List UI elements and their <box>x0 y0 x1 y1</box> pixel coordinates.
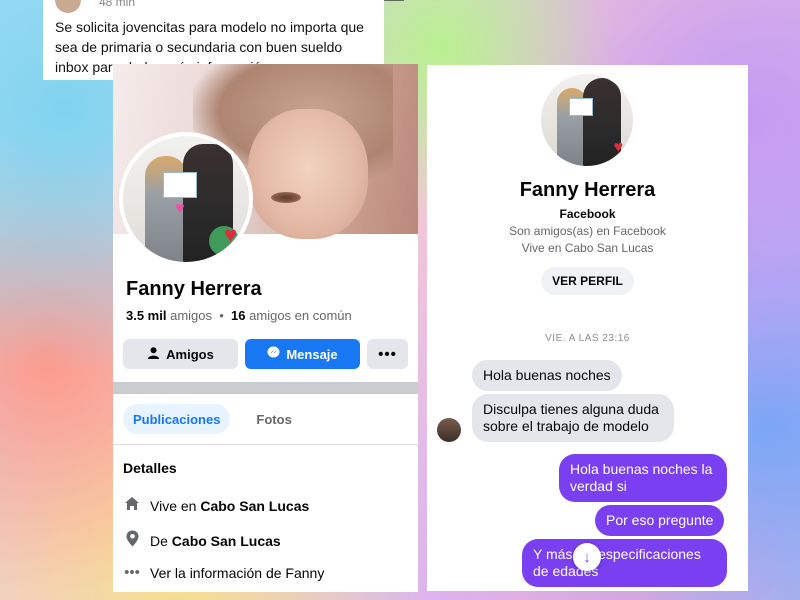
mutual-label: amigos en común <box>249 308 352 323</box>
profile-tabs: Publicaciones Fotos <box>123 404 302 434</box>
profile-actions: Amigos Mensaje ••• <box>123 339 408 369</box>
warning-icon <box>383 0 405 1</box>
more-dots-icon: ••• <box>124 564 140 581</box>
location-pin-icon <box>123 530 141 551</box>
friends-label: amigos <box>170 308 213 323</box>
friends-note: Son amigos(as) en Facebook <box>509 224 666 238</box>
friends-button[interactable]: Amigos <box>123 339 238 369</box>
detail-value[interactable]: Cabo San Lucas <box>200 498 309 514</box>
outgoing-message[interactable]: Y más las especificaciones de edades <box>522 539 727 587</box>
contact-avatar[interactable]: ♥ <box>541 74 633 166</box>
section-divider <box>113 382 418 394</box>
outgoing-message[interactable]: Hola buenas noches la verdad si <box>559 454 727 502</box>
detail-from: De Cabo San Lucas <box>123 530 281 551</box>
profile-name: Fanny Herrera <box>126 278 262 300</box>
message-button-label: Mensaje <box>286 346 338 362</box>
post-avatar[interactable] <box>55 0 81 13</box>
detail-value[interactable]: Cabo San Lucas <box>172 533 281 549</box>
cover-eye <box>271 192 301 203</box>
friends-count[interactable]: 3.5 mil <box>126 308 166 323</box>
photo-certificate <box>163 172 197 198</box>
cover-face <box>248 109 368 239</box>
detail-prefix: Vive en <box>150 497 197 514</box>
mutual-count[interactable]: 16 <box>231 308 245 323</box>
details-title: Detalles <box>123 460 177 476</box>
detail-lives-in: Vive en Cabo San Lucas <box>123 496 309 515</box>
incoming-message[interactable]: Hola buenas noches <box>472 360 622 391</box>
heart-icon: ♥ <box>223 222 237 247</box>
lives-note: Vive en Cabo San Lucas <box>521 241 654 255</box>
home-icon <box>123 496 141 515</box>
profile-stats: 3.5 mil amigos • 16 amigos en común <box>126 308 352 323</box>
arrow-down-icon: ↓ <box>583 548 591 566</box>
messenger-icon <box>267 346 280 362</box>
messenger-panel: ♥ Fanny Herrera Facebook Son amigos(as) … <box>427 65 748 591</box>
outgoing-message[interactable]: Por eso pregunte <box>595 505 725 536</box>
scroll-down-button[interactable]: ↓ <box>573 543 601 571</box>
heart-sticker-icon: ♥ <box>175 200 185 217</box>
profile-picture[interactable]: ♥ ♥ <box>119 132 253 266</box>
tabs-separator <box>113 444 418 445</box>
detail-see-info[interactable]: ••• Ver la información de Fanny <box>123 564 324 581</box>
message-button[interactable]: Mensaje <box>245 339 360 369</box>
message-timestamp: VIE. A LAS 23:16 <box>545 333 630 344</box>
friends-button-label: Amigos <box>166 346 214 362</box>
post-header: 48 min <box>55 0 372 16</box>
incoming-message[interactable]: Disculpa tienes alguna duda sobre el tra… <box>472 394 674 442</box>
heart-icon: ♥ <box>613 139 624 156</box>
person-icon <box>147 346 160 362</box>
tab-publicaciones[interactable]: Publicaciones <box>123 404 231 434</box>
view-profile-button[interactable]: VER PERFIL <box>541 267 634 295</box>
post-time: 48 min <box>99 0 136 9</box>
contact-name: Fanny Herrera <box>519 179 656 201</box>
sender-avatar[interactable] <box>437 418 461 442</box>
contact-platform: Facebook <box>559 207 616 221</box>
detail-see-info-label: Ver la información de Fanny <box>150 564 325 581</box>
profile-panel: ♥ ♥ Fanny Herrera 3.5 mil amigos • 16 am… <box>113 64 418 592</box>
tab-fotos[interactable]: Fotos <box>246 404 301 434</box>
photo-certificate <box>569 98 593 116</box>
more-options-button[interactable]: ••• <box>367 339 408 369</box>
stats-separator: • <box>219 308 224 323</box>
detail-prefix: De <box>150 532 168 549</box>
